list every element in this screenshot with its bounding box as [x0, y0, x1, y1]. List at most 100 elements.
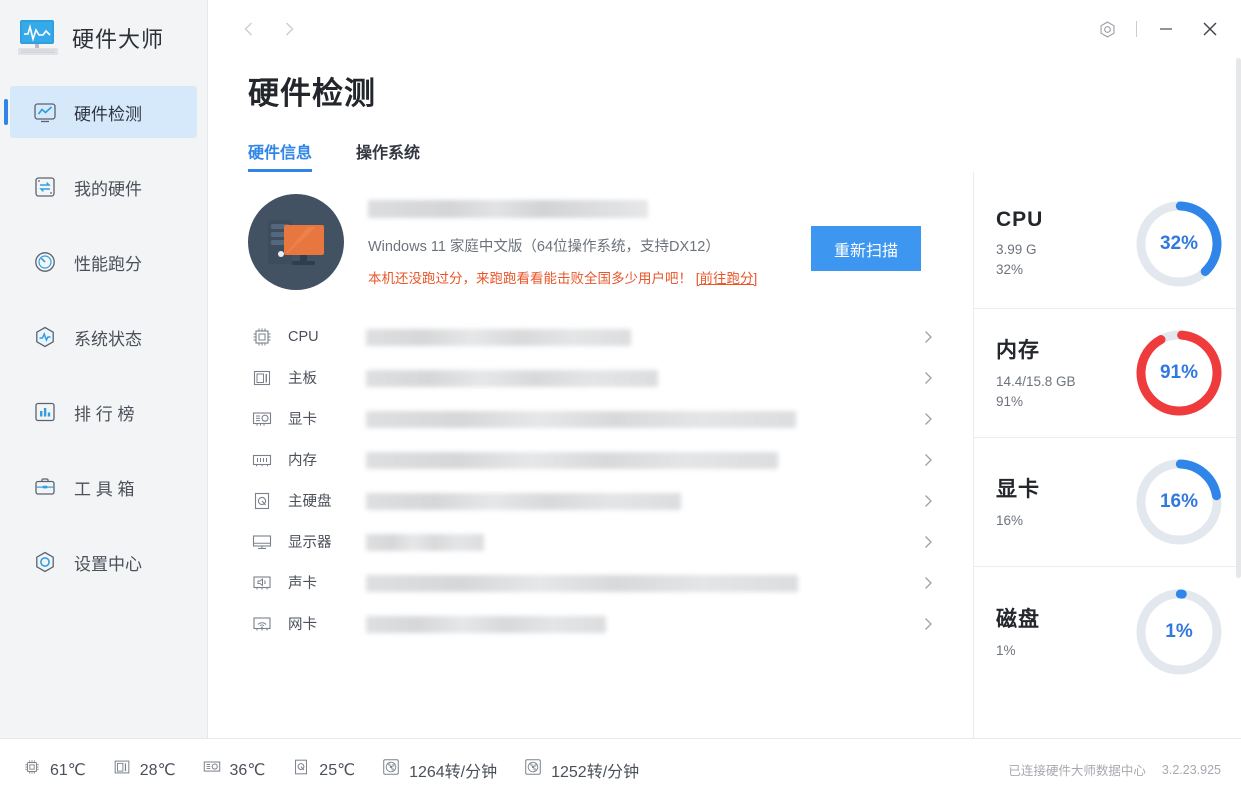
chevron-right-icon[interactable] — [276, 16, 302, 42]
chevron-right-icon[interactable] — [911, 616, 945, 632]
sidebar-item-label: 我的硬件 — [74, 179, 142, 199]
status-fan-2[interactable]: 1252转/分钟 — [523, 757, 639, 782]
sidebar-item-toolbox[interactable]: 工 具 箱 — [10, 461, 197, 513]
chevron-right-icon[interactable] — [911, 534, 945, 550]
sidebar-item-label: 设置中心 — [74, 554, 142, 574]
sidebar-item-benchmark[interactable]: 性能跑分 — [10, 236, 197, 288]
hardware-row-value — [366, 490, 911, 512]
hardware-row-network-card[interactable]: 网卡 — [248, 603, 945, 644]
redacted-bar — [366, 451, 778, 469]
hardware-list: CPU 主板 显卡 内存 主硬盘 显示器 声卡 网卡 — [248, 316, 973, 644]
sidebar-item-settings[interactable]: 设置中心 — [10, 536, 197, 588]
sidebar-item-ranking[interactable]: 排 行 榜 — [10, 386, 197, 438]
fan-speed-icon — [523, 757, 543, 782]
tab-hardware-info[interactable]: 硬件信息 — [248, 139, 313, 172]
status-gpu-temp[interactable]: 36℃ — [202, 757, 265, 782]
status-cpu-temp[interactable]: 61℃ — [22, 757, 86, 782]
gauge-info: 磁盘 1% — [996, 603, 1131, 661]
chevron-right-icon[interactable] — [911, 329, 945, 345]
sidebar-item-my-hardware[interactable]: 我的硬件 — [10, 161, 197, 213]
gauge-ring-gpu: 16% — [1131, 454, 1227, 550]
fan-speed-icon — [381, 757, 401, 782]
status-value: 1264转/分钟 — [409, 763, 498, 781]
connection-status: 已连接硬件大师数据中心 — [1008, 764, 1146, 778]
hardware-row-disk[interactable]: 主硬盘 — [248, 480, 945, 521]
cpu-chip-icon — [248, 326, 276, 348]
disk-temp-icon — [291, 757, 311, 782]
redacted-bar — [366, 328, 631, 346]
status-fan-1[interactable]: 1264转/分钟 — [381, 757, 497, 782]
brand-title: 硬件大师 — [72, 27, 165, 52]
chevron-left-icon[interactable] — [236, 16, 262, 42]
hardware-row-label: 内存 — [288, 453, 317, 469]
motherboard-icon — [248, 367, 276, 389]
chevron-right-icon[interactable] — [911, 370, 945, 386]
hardware-row-value — [366, 531, 911, 553]
content-area: 硬件检测 硬件信息 操作系统 Windows 11 家庭中文版（64位操作系统，… — [208, 0, 1241, 738]
gauge-cpu: CPU 3.99 G 32% 32% — [974, 180, 1241, 309]
chevron-right-icon[interactable] — [911, 452, 945, 468]
app-window: 硬件大师 硬件检测 我的硬件 性能跑分 系统状态 排 行 榜 工 具 箱 设置中… — [0, 0, 1241, 800]
gauge-ring-disk: 1% — [1131, 584, 1227, 680]
rescan-button[interactable]: 重新扫描 — [811, 226, 921, 271]
close-icon[interactable] — [1195, 14, 1225, 44]
gauge-info: 显卡 16% — [996, 473, 1131, 531]
statusbar-sensors: 61℃ 28℃ 36℃ 25℃ 1264转/分钟 1252转/分钟 — [22, 757, 639, 782]
status-motherboard-temp[interactable]: 28℃ — [112, 757, 176, 782]
gauge-percent: 16% — [1159, 491, 1199, 512]
window-controls — [1092, 14, 1225, 44]
cpu-temp-icon — [22, 757, 42, 782]
sidebar-item-system-status[interactable]: 系统状态 — [10, 311, 197, 363]
hardware-row-sound-card[interactable]: 声卡 — [248, 562, 945, 603]
titlebar — [208, 0, 1241, 58]
hexagon-gear-icon[interactable] — [1092, 14, 1122, 44]
transfer-box-icon — [32, 174, 58, 200]
os-version-text: Windows 11 家庭中文版（64位操作系统，支持DX12） — [368, 239, 720, 255]
chevron-right-icon[interactable] — [911, 493, 945, 509]
minimize-icon[interactable] — [1151, 14, 1181, 44]
statusbar: 61℃ 28℃ 36℃ 25℃ 1264转/分钟 1252转/分钟 已连接硬件大… — [0, 738, 1241, 800]
gauge-title: CPU — [996, 208, 1044, 232]
gauge-subtext: 1% — [996, 642, 1016, 658]
gauge-ring-memory: 91% — [1131, 325, 1227, 421]
hardware-row-motherboard[interactable]: 主板 — [248, 357, 945, 398]
page-title: 硬件检测 — [248, 76, 376, 111]
hardware-row-label: 主硬盘 — [288, 494, 332, 510]
hardware-row-memory[interactable]: 内存 — [248, 439, 945, 480]
body-split: 硬件大师 硬件检测 我的硬件 性能跑分 系统状态 排 行 榜 工 具 箱 设置中… — [0, 0, 1241, 738]
summary-text: Windows 11 家庭中文版（64位操作系统，支持DX12） 本机还没跑过分… — [368, 194, 787, 287]
hardware-row-monitor[interactable]: 显示器 — [248, 521, 945, 562]
hardware-row-label: 主板 — [288, 371, 317, 387]
tab-operating-system[interactable]: 操作系统 — [356, 139, 420, 172]
gauge-info: 内存 14.4/15.8 GB 91% — [996, 334, 1131, 411]
gauge-subtext: 3.99 G 32% — [996, 242, 1037, 277]
gauge-percent: 1% — [1165, 620, 1193, 642]
benchmark-promo-link[interactable]: [前往跑分] — [696, 271, 758, 286]
hardware-row-cpu[interactable]: CPU — [248, 316, 945, 357]
chevron-right-icon[interactable] — [911, 411, 945, 427]
sidebar-item-hardware-detect[interactable]: 硬件检测 — [4, 86, 197, 138]
network-card-icon — [248, 613, 276, 635]
benchmark-promo-text: 本机还没跑过分，来跑跑看看能击败全国多少用户吧！ — [368, 271, 692, 286]
hardware-row-gpu[interactable]: 显卡 — [248, 398, 945, 439]
status-disk-temp[interactable]: 25℃ — [291, 757, 355, 782]
gauge-disk: 磁盘 1% 1% — [974, 567, 1241, 696]
redacted-bar — [366, 492, 681, 510]
scrollbar-thumb[interactable] — [1236, 58, 1241, 578]
motherboard-temp-icon — [112, 757, 132, 782]
hardware-row-label: 网卡 — [288, 617, 317, 633]
hardware-row-label: 声卡 — [288, 576, 317, 592]
redacted-bar — [366, 574, 798, 592]
chevron-right-icon[interactable] — [911, 575, 945, 591]
gauge-subtext: 14.4/15.8 GB 91% — [996, 374, 1076, 409]
system-summary: Windows 11 家庭中文版（64位操作系统，支持DX12） 本机还没跑过分… — [248, 194, 973, 290]
sidebar-item-label: 排 行 榜 — [74, 404, 135, 424]
bar-chart-icon — [32, 399, 58, 425]
hexagon-gear-icon — [32, 549, 58, 575]
hardware-row-value — [366, 449, 911, 471]
brand: 硬件大师 — [0, 0, 207, 76]
nav-arrows — [236, 16, 302, 42]
gauge-title: 内存 — [996, 339, 1040, 363]
machine-name-redacted — [368, 200, 648, 218]
status-value: 28℃ — [139, 761, 176, 779]
